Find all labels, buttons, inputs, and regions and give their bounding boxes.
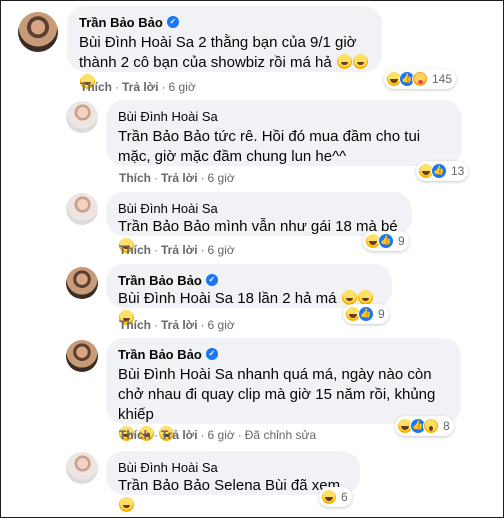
like-link[interactable]: Thích	[119, 428, 151, 442]
avatar[interactable]	[66, 452, 98, 484]
reaction-summary[interactable]: 👍 9	[343, 304, 389, 324]
author-name[interactable]: Trần Bảo Bảo ✓	[118, 272, 380, 288]
reply-link[interactable]: Trả lời	[161, 171, 198, 185]
like-link[interactable]: Thích	[119, 243, 151, 257]
comment-text: Trần Bảo Bảo tức rê. Hồi đó mua đầm cho …	[118, 128, 421, 165]
comment-text: Trần Bảo Bảo Selena Bùi đã xem	[118, 476, 348, 516]
rofl-emoji-icon	[352, 54, 368, 69]
timestamp[interactable]: 6 giờ	[208, 171, 235, 185]
avatar[interactable]	[66, 101, 98, 133]
timestamp[interactable]: 6 giờ	[169, 80, 196, 94]
haha-reaction-icon	[321, 489, 337, 505]
comment-actions: Thích · Trả lời · 6 giờ	[119, 318, 235, 332]
edited-label[interactable]: Đã chỉnh sửa	[245, 428, 316, 442]
comment-bubble: Bùi Đình Hoài Sa Trần Bảo Bảo tức rê. Hồ…	[106, 100, 462, 166]
like-link[interactable]: Thích	[119, 171, 151, 185]
timestamp[interactable]: 6 giờ	[208, 318, 235, 332]
verified-badge-icon: ✓	[205, 274, 218, 286]
verified-badge-icon: ✓	[166, 16, 179, 28]
reaction-count: 145	[432, 72, 453, 86]
wow-reaction-icon	[423, 418, 439, 434]
avatar[interactable]	[66, 267, 98, 299]
grinning-emoji-icon	[357, 290, 373, 305]
reaction-summary[interactable]: 👍 145	[384, 69, 457, 89]
comment-actions: Thích · Trả lời · 6 giờ	[119, 243, 235, 257]
reply-link[interactable]: Trả lời	[161, 428, 198, 442]
comment-actions: Thích · Trả lời · 6 giờ · Đã chỉnh sửa	[119, 428, 317, 442]
comment-bubble: Trần Bảo Bảo ✓ Bùi Đình Hoài Sa 2 thằng b…	[67, 6, 382, 89]
rofl-emoji-icon	[336, 54, 352, 69]
grinning-emoji-icon	[341, 290, 357, 305]
reaction-count: 9	[378, 307, 385, 321]
like-reaction-icon: 👍	[358, 306, 374, 322]
reaction-count: 8	[443, 419, 450, 433]
reply-link[interactable]: Trả lời	[161, 318, 198, 332]
reply-link[interactable]: Trả lời	[122, 80, 159, 94]
author-name[interactable]: Trần Bảo Bảo ✓	[79, 14, 370, 30]
reply-link[interactable]: Trả lời	[161, 243, 198, 257]
timestamp[interactable]: 6 giờ	[208, 243, 235, 257]
reaction-count: 13	[451, 164, 465, 178]
care-reaction-icon	[412, 71, 428, 87]
comment-bubble: Bùi Đình Hoài Sa Trần Bảo Bảo mình vẫn n…	[106, 192, 412, 253]
comment-actions: Thích · Trả lời · 6 giờ	[119, 171, 235, 185]
author-name[interactable]: Bùi Đình Hoài Sa	[118, 200, 400, 216]
comment-bubble: Trần Bảo Bảo ✓ Bùi Đình Hoài Sa nhanh quá…	[106, 338, 461, 441]
avatar[interactable]	[66, 193, 98, 225]
reaction-count: 9	[398, 234, 405, 248]
timestamp[interactable]: 6 giờ	[208, 428, 235, 442]
avatar[interactable]	[18, 12, 58, 52]
author-name[interactable]: Bùi Đình Hoài Sa	[118, 108, 450, 124]
comment-bubble: Trần Bảo Bảo ✓ Bùi Đình Hoài Sa 18 lần 2 …	[106, 264, 392, 325]
author-name[interactable]: Trần Bảo Bảo ✓	[118, 346, 449, 362]
avatar[interactable]	[66, 340, 98, 372]
verified-badge-icon: ✓	[205, 348, 218, 360]
reaction-count: 6	[341, 490, 348, 504]
author-name[interactable]: Bùi Đình Hoài Sa	[118, 459, 348, 475]
like-reaction-icon: 👍	[431, 163, 447, 179]
like-link[interactable]: Thích	[80, 80, 112, 94]
reaction-summary[interactable]: 👍 9	[363, 231, 409, 251]
comment-actions: Thích · Trả lời · 6 giờ	[80, 80, 196, 94]
reaction-summary[interactable]: 👍 8	[395, 416, 454, 436]
reaction-summary[interactable]: 👍 13	[416, 161, 469, 181]
like-reaction-icon: 👍	[378, 233, 394, 249]
like-link[interactable]: Thích	[119, 318, 151, 332]
reaction-summary[interactable]: 6	[319, 487, 352, 507]
upside-down-face-emoji-icon	[119, 497, 134, 512]
